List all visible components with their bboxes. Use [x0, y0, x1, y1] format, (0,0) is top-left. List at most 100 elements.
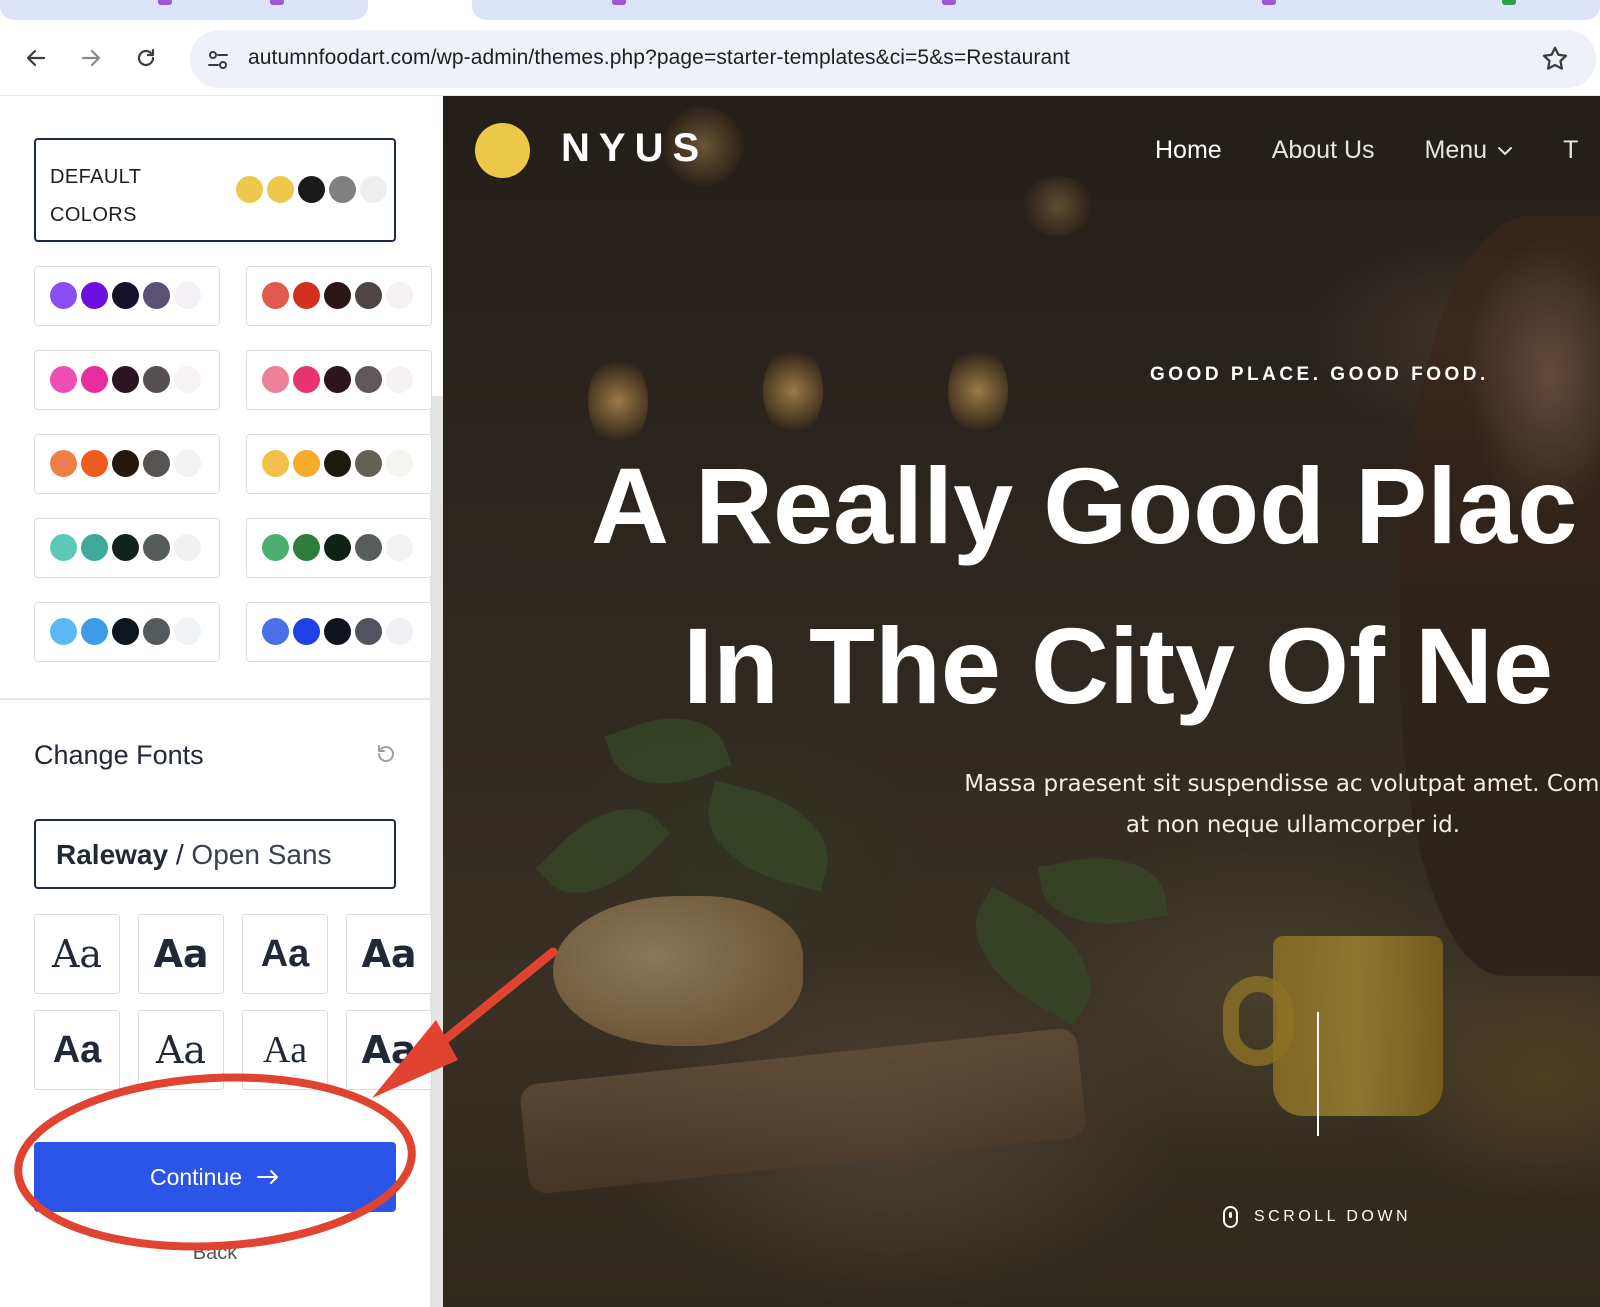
site-info-icon[interactable]: [206, 48, 230, 72]
font-pair-option[interactable]: Aa: [346, 1010, 432, 1090]
browser-tab-group[interactable]: [472, 0, 1600, 20]
color-swatch: [324, 450, 351, 477]
font-pair-option[interactable]: Aa: [138, 1010, 224, 1090]
font-pair-option[interactable]: Aa: [242, 1010, 328, 1090]
tab-favicon: [942, 0, 956, 5]
default-colors-option[interactable]: DEFAULT COLORS: [34, 138, 396, 242]
site-logo-text[interactable]: NYUS: [561, 126, 708, 171]
color-swatch: [324, 282, 351, 309]
color-swatch: [143, 282, 170, 309]
hero-heading-line-2: In The City Of Ne: [683, 605, 1554, 726]
font-pair-option[interactable]: Aa: [346, 914, 432, 994]
font-pair-option[interactable]: Aa: [34, 1010, 120, 1090]
default-palette-swatches: [236, 176, 387, 203]
back-arrow-icon[interactable]: [18, 40, 54, 76]
nav-menu[interactable]: Menu: [1425, 136, 1514, 165]
font-pair-option[interactable]: Aa: [34, 914, 120, 994]
tab-favicon: [270, 0, 284, 5]
forward-arrow-icon[interactable]: [73, 40, 109, 76]
color-palette-option[interactable]: [246, 434, 432, 494]
back-link[interactable]: Back: [0, 1242, 430, 1265]
color-swatch: [360, 176, 387, 203]
continue-button[interactable]: Continue: [34, 1142, 396, 1212]
color-swatch: [50, 534, 77, 561]
reload-icon[interactable]: [128, 40, 164, 76]
color-swatch: [143, 534, 170, 561]
color-swatch: [112, 534, 139, 561]
logo-mark[interactable]: [475, 123, 530, 178]
url-text[interactable]: autumnfoodart.com/wp-admin/themes.php?pa…: [248, 46, 1070, 70]
reset-icon[interactable]: [374, 742, 398, 766]
color-swatch: [174, 366, 201, 393]
color-swatch: [262, 450, 289, 477]
default-colors-label: DEFAULT COLORS: [50, 166, 141, 226]
hero-heading-line-1: A Really Good Plac: [591, 445, 1578, 566]
section-divider: [0, 698, 430, 700]
color-swatch: [324, 366, 351, 393]
hero-subtext-line-2: at non neque ullamcorper id.: [1125, 812, 1461, 838]
color-swatch: [143, 618, 170, 645]
palette-swatches: [262, 534, 413, 561]
palette-swatches: [50, 534, 201, 561]
color-swatch: [386, 282, 413, 309]
color-swatch: [293, 450, 320, 477]
browser-toolbar: autumnfoodart.com/wp-admin/themes.php?pa…: [0, 22, 1600, 96]
color-swatch: [386, 450, 413, 477]
color-palette-option[interactable]: [34, 602, 220, 662]
color-swatch: [112, 366, 139, 393]
color-swatch: [262, 282, 289, 309]
color-palette-option[interactable]: [34, 434, 220, 494]
nav-about[interactable]: About Us: [1272, 136, 1375, 165]
mouse-icon: [1223, 1206, 1238, 1228]
palette-swatches: [50, 366, 201, 393]
color-palette-option[interactable]: [246, 266, 432, 326]
chevron-down-icon: [1498, 146, 1513, 155]
address-bar[interactable]: autumnfoodart.com/wp-admin/themes.php?pa…: [190, 30, 1596, 88]
browser-tab[interactable]: [0, 0, 368, 20]
color-swatch: [236, 176, 263, 203]
color-palette-option[interactable]: [34, 518, 220, 578]
site-header: NYUS Home About Us Menu T: [443, 96, 1600, 206]
color-swatch: [324, 534, 351, 561]
font-pair-option[interactable]: Aa: [138, 914, 224, 994]
color-palette-option[interactable]: [246, 518, 432, 578]
current-font-pair[interactable]: Raleway / Open Sans: [34, 819, 396, 889]
color-palette-option[interactable]: [246, 350, 432, 410]
hero-subtext: Massa praesent sit suspendisse ac volutp…: [923, 764, 1600, 846]
color-swatch: [112, 282, 139, 309]
color-swatch: [355, 366, 382, 393]
color-swatch: [174, 534, 201, 561]
color-swatch: [112, 450, 139, 477]
palette-swatches: [50, 618, 201, 645]
color-palette-option[interactable]: [34, 350, 220, 410]
color-swatch: [262, 618, 289, 645]
scroll-indicator-line: [1317, 1012, 1319, 1136]
site-preview: NYUS Home About Us Menu T GOOD PLACE. GO…: [443, 96, 1600, 1307]
color-swatch: [143, 366, 170, 393]
color-swatch: [293, 366, 320, 393]
palette-swatches: [262, 282, 413, 309]
color-swatch: [143, 450, 170, 477]
tab-favicon: [612, 0, 626, 5]
color-palette-option[interactable]: [246, 602, 432, 662]
color-swatch: [50, 618, 77, 645]
color-swatch: [174, 282, 201, 309]
palette-swatches: [262, 450, 413, 477]
font-pair-option[interactable]: Aa: [242, 914, 328, 994]
color-palette-option[interactable]: [34, 266, 220, 326]
color-swatch: [355, 618, 382, 645]
bookmark-star-icon[interactable]: [1540, 44, 1570, 74]
color-swatch: [355, 534, 382, 561]
color-swatch: [81, 282, 108, 309]
color-swatch: [293, 618, 320, 645]
scroll-down-link[interactable]: SCROLL DOWN: [1223, 1206, 1411, 1228]
tab-strip: [0, 0, 1600, 22]
color-swatch: [293, 282, 320, 309]
nav-truncated[interactable]: T: [1563, 136, 1578, 165]
customizer-sidebar: DEFAULT COLORS Change Fonts Raleway / Op…: [0, 96, 443, 1307]
color-swatch: [355, 282, 382, 309]
tab-favicon: [158, 0, 172, 5]
palette-swatches: [50, 450, 201, 477]
site-nav: Home About Us Menu T: [1155, 136, 1578, 165]
nav-home[interactable]: Home: [1155, 136, 1222, 165]
